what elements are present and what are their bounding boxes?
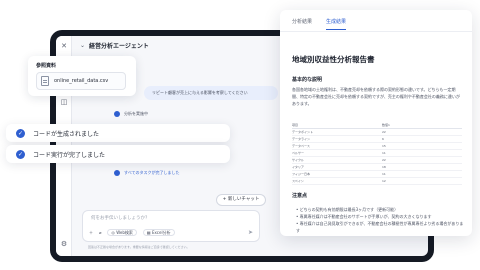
disclaimer: 回答は不正確な場合があります。重要な情報はご自身で確認してください。 — [88, 245, 190, 249]
chevron-down-icon[interactable]: ⌄ — [80, 42, 85, 49]
file-icon — [41, 76, 49, 86]
attach-icon[interactable]: ＋ — [89, 230, 93, 236]
composer-tools: ＋ ⌀ ◎ Web検索 ▦ Excel分析 — [89, 229, 181, 236]
done-icon — [114, 170, 120, 176]
reference-panel: 参照資料 online_retail_data.csv — [28, 56, 136, 96]
table-header-row: 項目 数値1 — [292, 122, 462, 129]
composer-placeholder: 何をお手伝いしましょうか？ — [91, 216, 150, 221]
table-cell: 11 — [382, 151, 386, 155]
section-heading-basic: 基本的な説明 — [292, 77, 323, 83]
send-icon[interactable]: ➤ — [248, 229, 253, 236]
notes-list: • どちらの契約も有効期限は最長3ヶ月です（更新可能） • 専属専任媒介は不動産… — [296, 206, 464, 234]
check-icon: ✓ — [16, 149, 25, 159]
table-header-cell: 数値1 — [382, 123, 390, 127]
list-item-text: どちらの契約も有効期限は最長3ヶ月です（更新可能） — [299, 207, 399, 212]
section-heading-notes: 注意点 — [292, 193, 308, 199]
chat-title: 経営分析エージェント — [89, 42, 149, 50]
table-cell: 22 — [382, 158, 386, 162]
chat-header: ⌄ 経営分析エージェント — [72, 36, 282, 54]
table-cell: 18 — [382, 165, 386, 169]
table-row: データポイント 22 — [292, 129, 462, 136]
report-tabs: 分析結果 生成結果 — [292, 18, 360, 30]
new-chat-button[interactable]: + 新しいチャット — [216, 194, 266, 206]
status-code-generated: ✓ コードが生成されました — [6, 124, 230, 142]
table-row: データライン 6 — [292, 136, 462, 143]
status-text: コードが生成されました — [33, 130, 100, 138]
list-item-text: 専属専任媒介は不動産会社のサポートが手厚いが、契約の大きくなります — [299, 214, 432, 219]
excel-analysis-toggle[interactable]: ▦ Excel分析 — [142, 229, 175, 236]
table-cell: 12 — [382, 179, 386, 183]
table-cell: フィジー日本 — [292, 172, 310, 176]
table-cell: 11 — [382, 172, 386, 176]
table-cell: データベース — [292, 144, 310, 148]
table-cell: 15 — [382, 144, 386, 148]
table-row: スペイン 12 — [292, 178, 462, 185]
history-icon[interactable]: ◫ — [60, 98, 68, 106]
progress-text: 分析を実施中 — [124, 111, 148, 116]
user-message: リピート顧客が売上に与える影響を考察してください — [144, 86, 278, 100]
report-title: 地域別収益性分析報告書 — [292, 55, 375, 64]
table-cell: 22 — [382, 130, 386, 134]
table-row: イタリア 18 — [292, 164, 462, 171]
check-icon: ✓ — [16, 128, 25, 138]
table-cell: 6 — [382, 137, 384, 141]
list-item: • 専属専任媒介は不動産会社のサポートが手厚いが、契約の大きくなります — [296, 214, 432, 219]
status-text: コード実行が完了しました — [33, 151, 106, 159]
list-item-text: 専任媒介は自己発見取引ができるが、不動産会社の積極性が専属専任より劣る場合があり… — [296, 221, 464, 233]
reference-title: 参照資料 — [36, 63, 57, 69]
list-item: • 専任媒介は自己発見取引ができるが、不動産会社の積極性が専属専任より劣る場合が… — [296, 221, 464, 233]
file-name: online_retail_data.csv — [54, 78, 109, 84]
new-chat-label: 新しいチャット — [227, 197, 260, 202]
tab-generated[interactable]: 生成結果 — [326, 18, 347, 30]
table-row: ベルサー 11 — [292, 150, 462, 157]
table-cell: サイクル — [292, 158, 304, 162]
tab-divider — [280, 31, 472, 32]
paperclip-icon[interactable]: ⌀ — [99, 230, 101, 235]
stage: ✕ ◫ ⚙ ⌄ 経営分析エージェント リピート顧客が売上に与える影響を考察してく… — [0, 0, 480, 270]
composer[interactable]: 何をお手伝いしましょうか？ ＋ ⌀ ◎ Web検索 ▦ Excel分析 ➤ — [82, 210, 260, 242]
excel-analysis-label: Excel分析 — [151, 230, 171, 235]
web-search-label: Web検索 — [116, 230, 133, 235]
list-item: • どちらの契約も有効期限は最長3ヶ月です（更新可能） — [296, 207, 399, 212]
done-row: すべてのタスクが完了しました — [114, 170, 180, 176]
progress-row: 分析を実施中 — [114, 111, 148, 117]
table-cell: ベルサー — [292, 151, 305, 155]
table-header-cell: 項目 — [292, 123, 299, 127]
file-chip[interactable]: online_retail_data.csv — [36, 72, 126, 90]
settings-icon[interactable]: ⚙ — [60, 240, 68, 248]
status-code-executed: ✓ コード実行が完了しました — [6, 145, 230, 163]
table-cell: イタリア — [292, 165, 304, 169]
tab-analysis[interactable]: 分析結果 — [292, 18, 312, 30]
table-cell: スペイン — [292, 179, 304, 183]
report-paragraph: 各国各地域の土地権利は、不動産売却を依頼する際の契約形態の違いです。どちらも一定… — [292, 87, 460, 106]
done-text: すべてのタスクが完了しました — [124, 170, 180, 175]
table-row: サイクル 22 — [292, 157, 462, 164]
table-row: フィジー日本 11 — [292, 171, 462, 178]
report-panel: 分析結果 生成結果 地域別収益性分析報告書 基本的な説明 各国各地域の土地権利は… — [280, 10, 472, 236]
web-search-toggle[interactable]: ◎ Web検索 — [107, 229, 137, 236]
table-row: データベース 15 — [292, 143, 462, 150]
table-cell: データライン — [292, 137, 311, 141]
close-icon[interactable]: ✕ — [60, 42, 68, 50]
table-cell: データポイント — [292, 130, 314, 134]
progress-icon — [114, 111, 120, 117]
report-table: 項目 数値1 データポイント 22 データライン 6 データベース 15 ベルサー 11… — [292, 122, 462, 185]
